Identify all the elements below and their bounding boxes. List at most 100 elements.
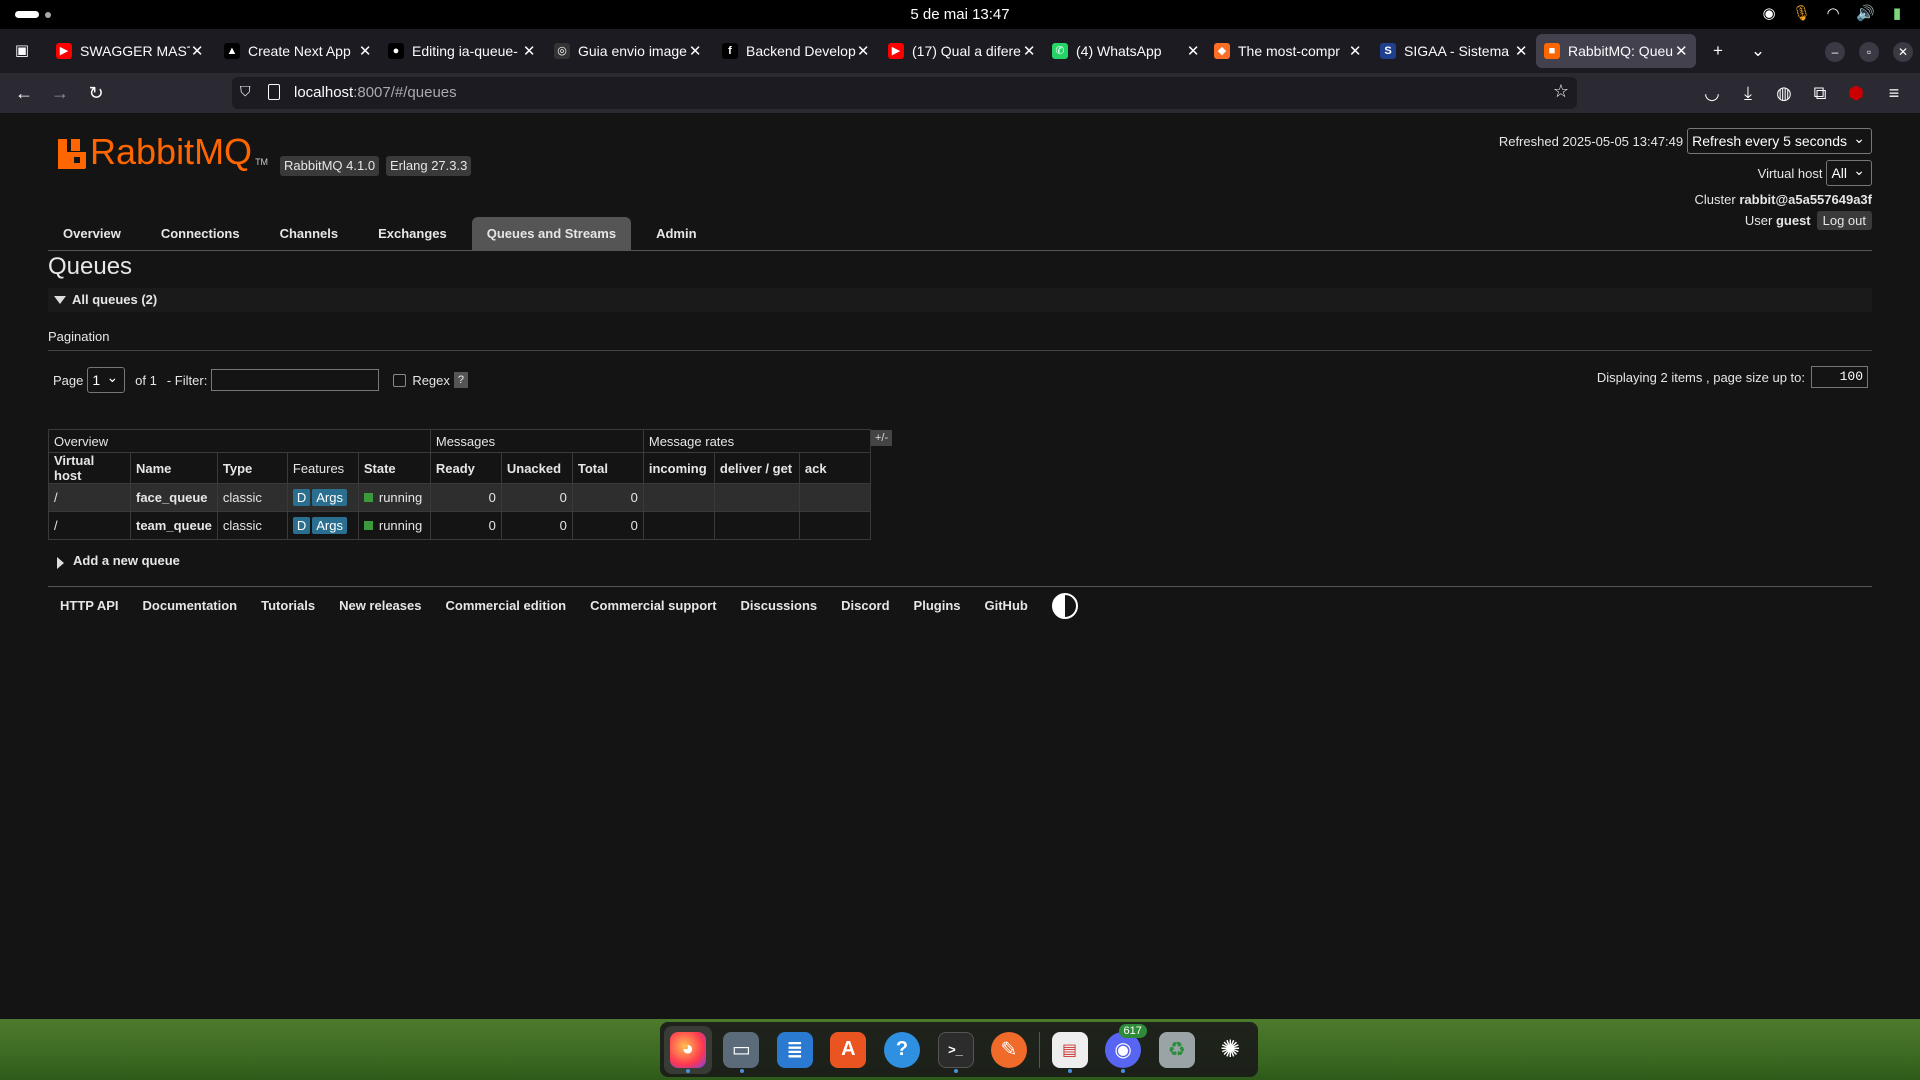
footer-link-new-releases[interactable]: New releases: [339, 596, 421, 616]
url-text[interactable]: localhost:8007/#/queues: [294, 84, 457, 101]
tab-close-icon[interactable]: ✕: [1514, 42, 1528, 60]
footer-link-commercial-support[interactable]: Commercial support: [590, 596, 716, 616]
browser-tab[interactable]: ▶ SWAGGER MASTI ✕: [48, 34, 212, 68]
dock-item-discord[interactable]: ◉ 617: [1099, 1023, 1147, 1074]
dock-item-show-apps[interactable]: ✺: [1206, 1026, 1254, 1074]
browser-tab[interactable]: ◆ The most-compr ✕: [1206, 34, 1370, 68]
close-window-icon[interactable]: ✕: [1893, 42, 1913, 62]
system-tray[interactable]: ◉ 🎙 ◠ 🔊 ▮: [1760, 4, 1906, 22]
battery-icon[interactable]: ▮: [1888, 4, 1906, 22]
tracking-shield-icon[interactable]: ⛉: [240, 83, 251, 100]
browser-tab[interactable]: ◎ Guia envio image ✕: [546, 34, 710, 68]
vhost-select[interactable]: All: [1826, 158, 1872, 186]
col-ack[interactable]: ack: [798, 452, 871, 484]
nav-tab-queues-and-streams[interactable]: Queues and Streams: [471, 217, 632, 250]
minimize-window-icon[interactable]: –: [1825, 42, 1845, 62]
regex-help-button[interactable]: ?: [453, 372, 469, 388]
col-incoming[interactable]: incoming: [642, 452, 715, 484]
page-size-input[interactable]: 100: [1811, 366, 1868, 388]
footer-link-documentation[interactable]: Documentation: [143, 596, 238, 616]
new-tab-icon[interactable]: +: [1708, 41, 1728, 61]
col-name[interactable]: Name: [130, 452, 218, 484]
dock-item-trash[interactable]: ♻: [1153, 1026, 1201, 1074]
tab-close-icon[interactable]: ✕: [190, 42, 204, 60]
volume-icon[interactable]: 🔊: [1856, 4, 1875, 22]
footer-link-commercial-edition[interactable]: Commercial edition: [445, 596, 566, 616]
filter-input[interactable]: [211, 369, 380, 391]
bookmark-star-icon[interactable]: ☆: [1553, 81, 1569, 102]
back-arrow-icon[interactable]: ←: [12, 81, 36, 105]
browser-tab[interactable]: S SIGAA - Sistema I ✕: [1372, 34, 1536, 68]
footer-link-plugins[interactable]: Plugins: [914, 596, 961, 616]
column-toggle-button[interactable]: +/-: [871, 430, 893, 446]
dock-item-terminal[interactable]: >_: [932, 1026, 980, 1074]
footer-link-discord[interactable]: Discord: [841, 596, 889, 616]
add-queue-toggle[interactable]: Add a new queue: [48, 551, 348, 571]
nav-tab-overview[interactable]: Overview: [48, 217, 136, 250]
system-clock[interactable]: 5 de mai 13:47: [0, 6, 1920, 23]
reload-icon[interactable]: ↻: [84, 81, 108, 105]
page-info-icon[interactable]: [268, 84, 280, 100]
all-queues-section-toggle[interactable]: All queues (2): [48, 288, 1872, 312]
hamburger-menu-icon[interactable]: ≡: [1882, 81, 1906, 105]
refresh-interval-select[interactable]: Refresh every 5 seconds: [1687, 126, 1872, 154]
maximize-window-icon[interactable]: ▫: [1859, 42, 1879, 62]
browser-tab[interactable]: ▲ Create Next App ✕: [216, 34, 380, 68]
rabbitmq-logo[interactable]: RabbitMQ TM: [58, 134, 268, 170]
nav-tab-exchanges[interactable]: Exchanges: [363, 217, 462, 250]
tab-close-icon[interactable]: ✕: [856, 42, 870, 60]
dock-item-help[interactable]: ?: [878, 1026, 926, 1074]
tab-close-icon[interactable]: ✕: [1675, 42, 1688, 60]
regex-checkbox[interactable]: [393, 373, 407, 387]
discord-icon[interactable]: ◉: [1760, 4, 1778, 22]
forward-arrow-icon[interactable]: →: [48, 81, 72, 105]
browser-tab[interactable]: f Backend Develop ✕: [714, 34, 878, 68]
tab-close-icon[interactable]: ✕: [1022, 42, 1036, 60]
url-bar[interactable]: ⛉ localhost:8007/#/queues ☆: [232, 77, 1577, 109]
browser-tab[interactable]: ● Editing ia-queue- ✕: [380, 34, 544, 68]
browser-tab[interactable]: ✆ (4) WhatsApp ✕: [1044, 34, 1208, 68]
browser-tab[interactable]: ▶ (17) Qual a difere ✕: [880, 34, 1044, 68]
col-deliver-get[interactable]: deliver / get: [713, 452, 800, 484]
queue-name-link[interactable]: team_queue: [130, 511, 218, 540]
tab-overflow-chevron-icon[interactable]: ⌄: [1748, 41, 1768, 61]
col-total[interactable]: Total: [571, 452, 644, 484]
table-row[interactable]: / face_queue classic D Args running 0 0 0: [48, 483, 871, 512]
dock-item-app-center[interactable]: A: [825, 1026, 873, 1074]
ublock-icon[interactable]: ⬢: [1844, 81, 1868, 105]
account-icon[interactable]: ◍: [1772, 81, 1796, 105]
nav-tab-admin[interactable]: Admin: [641, 217, 711, 250]
col-type[interactable]: Type: [216, 452, 288, 484]
footer-link-discussions[interactable]: Discussions: [741, 596, 818, 616]
nav-tab-connections[interactable]: Connections: [146, 217, 255, 250]
pocket-icon[interactable]: ◡: [1700, 81, 1724, 105]
col-ready[interactable]: Ready: [429, 452, 502, 484]
dock-item-system-monitor[interactable]: ▤: [1046, 1026, 1094, 1074]
dock-item-writer[interactable]: ≣: [771, 1026, 819, 1074]
footer-link-github[interactable]: GitHub: [985, 596, 1028, 616]
tab-close-icon[interactable]: ✕: [358, 42, 372, 60]
col-virtual-host[interactable]: Virtual host: [48, 452, 131, 484]
extensions-icon[interactable]: ⧉: [1808, 81, 1832, 105]
downloads-icon[interactable]: ⤓: [1736, 81, 1760, 105]
footer-link-http-api[interactable]: HTTP API: [60, 596, 119, 616]
page-select[interactable]: 1: [87, 365, 126, 393]
wifi-icon[interactable]: ◠: [1824, 4, 1842, 22]
footer-link-tutorials[interactable]: Tutorials: [261, 596, 315, 616]
table-row[interactable]: / team_queue classic D Args running 0 0 0: [48, 511, 871, 540]
tab-close-icon[interactable]: ✕: [1186, 42, 1200, 60]
tab-list-icon[interactable]: ▣: [8, 37, 36, 65]
tab-close-icon[interactable]: ✕: [688, 42, 702, 60]
tab-close-icon[interactable]: ✕: [522, 42, 536, 60]
col-unacked[interactable]: Unacked: [500, 452, 573, 484]
microphone-icon[interactable]: 🎙: [1792, 4, 1811, 22]
queue-name-link[interactable]: face_queue: [130, 483, 218, 512]
dock-item-files[interactable]: ▭: [718, 1026, 766, 1074]
dock-item-firefox[interactable]: ◕: [664, 1025, 712, 1074]
nav-tab-channels[interactable]: Channels: [265, 217, 354, 250]
theme-toggle-icon[interactable]: [1051, 593, 1078, 619]
col-state[interactable]: State: [357, 452, 431, 484]
dock-item-text-editor[interactable]: ✎: [985, 1026, 1033, 1074]
tab-close-icon[interactable]: ✕: [1348, 42, 1362, 60]
browser-tab[interactable]: ■ RabbitMQ: Queu ✕: [1536, 34, 1696, 68]
